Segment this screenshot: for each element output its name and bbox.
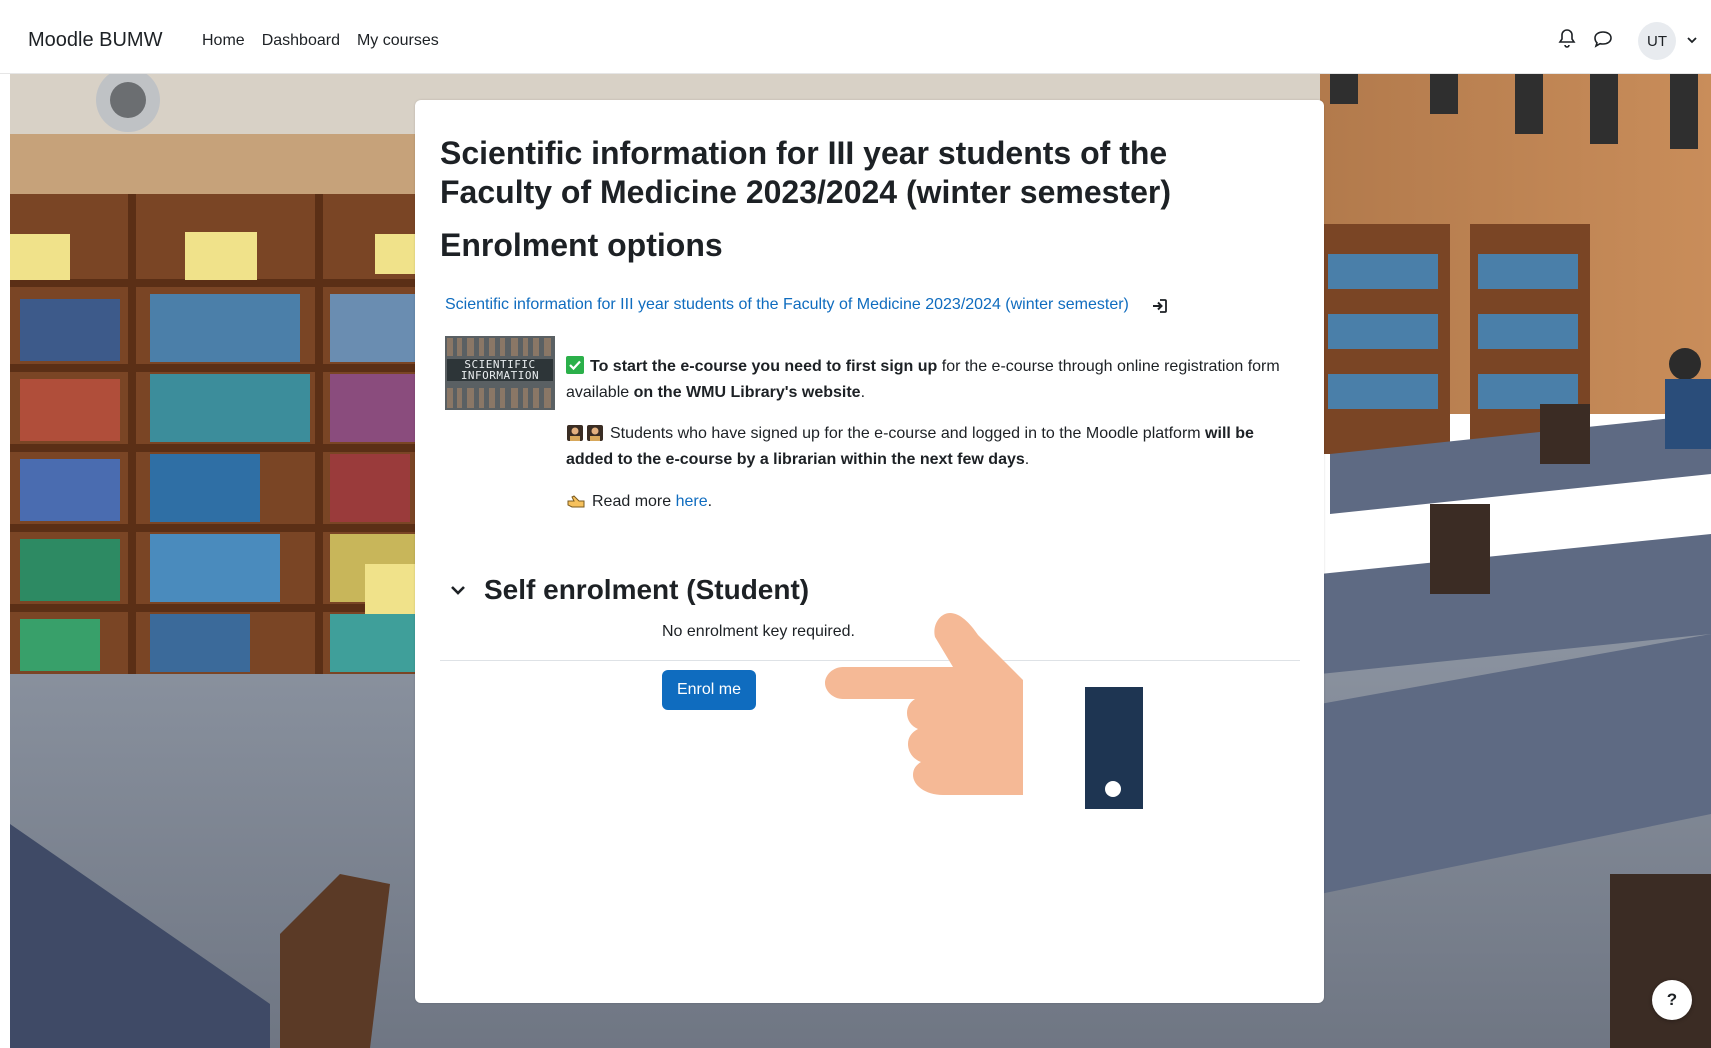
pointing-hand-icon [567,495,585,508]
students-text: Students who have signed up for the e-co… [610,425,1206,442]
enrolment-card: Scientific information for III year stud… [415,100,1324,1003]
primary-navigation: Home Dashboard My courses [202,32,439,50]
nav-home-link[interactable]: Home [202,32,245,50]
pointing-hand-illustration [825,613,1143,809]
nav-my-courses-link[interactable]: My courses [357,32,439,50]
chevron-down-icon[interactable] [1686,34,1698,46]
read-more-text: Read more [592,493,676,510]
students-icon [567,425,603,441]
top-navbar: Moodle BUMW Home Dashboard My courses UT [0,0,1711,74]
checkmark-icon [566,356,584,374]
summary-paragraph-1: To start the e-course you need to first … [566,354,1296,406]
login-icon [1153,299,1167,313]
library-website-text: on the WMU Library's website [633,384,861,401]
course-title: Scientific information for III year stud… [440,135,1171,210]
self-enrolment-heading: Self enrolment (Student) [484,574,810,605]
chat-icon[interactable] [1591,27,1615,51]
page-heading: Enrolment options [440,227,723,263]
user-avatar[interactable]: UT [1638,22,1676,60]
course-thumbnail: SCIENTIFIC INFORMATION [445,336,555,410]
p3-period: . [707,493,713,510]
signup-instruction: To start the e-course you need to first … [590,358,938,375]
enrol-me-button[interactable]: Enrol me [662,670,756,710]
p2-period: . [1024,451,1030,468]
thumbnail-caption: SCIENTIFIC INFORMATION [447,359,553,381]
read-more-link[interactable]: here [676,493,708,510]
nav-dashboard-link[interactable]: Dashboard [262,32,340,50]
summary-paragraph-2: Students who have signed up for the e-co… [566,421,1296,473]
summary-paragraph-3: Read more here. [566,489,1296,515]
site-brand[interactable]: Moodle BUMW [28,29,162,52]
user-actions: UT [1511,20,1711,60]
bell-icon[interactable] [1555,27,1579,51]
course-link[interactable]: Scientific information for III year stud… [445,296,1129,314]
p1-period: . [860,384,866,401]
help-button[interactable]: ? [1652,980,1692,1020]
chevron-down-icon[interactable] [448,580,468,600]
self-enrolment-section-header[interactable]: Self enrolment (Student) [448,574,809,606]
